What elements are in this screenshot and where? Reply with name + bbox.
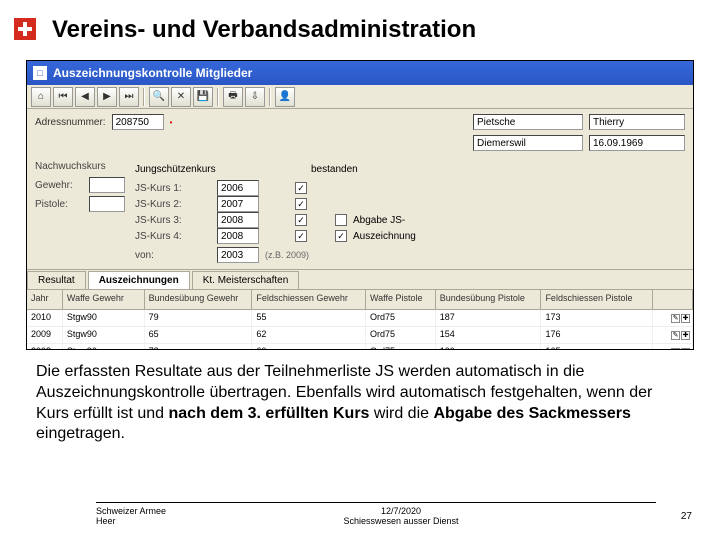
grid-cell: 2008 — [27, 344, 63, 349]
window-titlebar: □ Auszeichnungskontrolle Mitglieder — [27, 61, 693, 85]
grid-header[interactable] — [653, 290, 693, 309]
grid-cell: 173 — [541, 310, 653, 326]
kurs-year-field[interactable]: 2007 — [217, 196, 259, 212]
grid-header[interactable]: Bundesübung Gewehr — [145, 290, 253, 309]
print-icon[interactable]: 🖶 — [223, 87, 243, 107]
abgabe-label: Abgabe JS- — [353, 215, 405, 226]
grid-cell: 79 — [145, 310, 253, 326]
nachwuchs-title: Nachwuchskurs — [35, 161, 125, 172]
application-window: □ Auszeichnungskontrolle Mitglieder ⌂ ⏮ … — [26, 60, 694, 350]
grid-cell: Ord75 — [366, 344, 436, 349]
footer-dept: Schiesswesen ausser Dienst — [343, 516, 458, 526]
user-icon[interactable]: 👤 — [275, 87, 295, 107]
table-row[interactable]: 2009Stgw906562Ord75154176✎✚ — [27, 327, 693, 344]
tabs: Resultat Auszeichnungen Kt. Meisterschaf… — [27, 269, 693, 289]
grid-cell: Ord75 — [366, 327, 436, 343]
grid-header[interactable]: Bundesübung Pistole — [436, 290, 542, 309]
footer-date: 12/7/2020 — [381, 506, 421, 516]
firstname-field[interactable]: Thierry — [589, 114, 685, 130]
kurs-year-field[interactable]: 2006 — [217, 180, 259, 196]
kurs-label: JS-Kurs 1: — [135, 183, 211, 194]
grid-cell: 187 — [436, 310, 542, 326]
swiss-cross-logo — [14, 18, 36, 40]
grid-header[interactable]: Waffe Pistole — [366, 290, 436, 309]
abgabe-checkbox[interactable] — [335, 214, 347, 226]
kurs-year-field[interactable]: 2008 — [217, 228, 259, 244]
grid-cell: 72 — [145, 344, 253, 349]
gewehr-label: Gewehr: — [35, 180, 83, 191]
goto-next-icon[interactable]: ▶ — [97, 87, 117, 107]
kurs-checkbox[interactable]: ✓ — [295, 182, 307, 194]
footer-org2: Heer — [96, 516, 166, 526]
grid-cell: 154 — [436, 327, 542, 343]
grid-cell: 60 — [252, 344, 366, 349]
tab-auszeichnungen[interactable]: Auszeichnungen — [88, 271, 190, 289]
von-label: von: — [135, 250, 211, 261]
grid-cell: Stgw90 — [63, 310, 145, 326]
address-field[interactable]: 208750 — [112, 114, 164, 130]
address-label: Adressnummer: — [35, 117, 106, 128]
auszeichnung-label: Auszeichnung — [353, 231, 416, 242]
city-field[interactable]: Diemerswil — [473, 135, 583, 151]
page-number: 27 — [681, 511, 692, 522]
von-field[interactable]: 2003 — [217, 247, 259, 263]
von-hint: (z.B. 2009) — [265, 250, 309, 260]
bestanden-label: bestanden — [311, 164, 358, 175]
kurs-checkbox[interactable]: ✓ — [295, 230, 307, 242]
dob-field[interactable]: 16.09.1969 — [589, 135, 685, 151]
row-actions[interactable]: ✎✚ — [653, 344, 693, 349]
grid-cell: 176 — [541, 327, 653, 343]
table-row[interactable]: 2008Stgw907260Ord75100165✎✚ — [27, 344, 693, 349]
row-actions[interactable]: ✎✚ — [653, 327, 693, 343]
lastname-field[interactable]: Pietsche — [473, 114, 583, 130]
gewehr-field[interactable] — [89, 177, 125, 193]
grid-cell: 165 — [541, 344, 653, 349]
kurs-label: JS-Kurs 3: — [135, 215, 211, 226]
delete-icon[interactable]: ✕ — [171, 87, 191, 107]
grid-header[interactable]: Waffe Gewehr — [63, 290, 145, 309]
tab-resultat[interactable]: Resultat — [27, 271, 86, 289]
auszeichnung-checkbox[interactable]: ✓ — [335, 230, 347, 242]
pistole-field[interactable] — [89, 196, 125, 212]
grid-cell: 62 — [252, 327, 366, 343]
grid-cell: 65 — [145, 327, 253, 343]
body-paragraph: Die erfassten Resultate aus der Teilnehm… — [36, 362, 676, 445]
js-title: Jungschützenkurs — [135, 164, 305, 175]
goto-prev-icon[interactable]: ◀ — [75, 87, 95, 107]
window-title-text: Auszeichnungskontrolle Mitglieder — [53, 66, 252, 80]
grid-header[interactable]: Feldschiessen Pistole — [541, 290, 653, 309]
save-icon[interactable]: 💾 — [193, 87, 213, 107]
grid-cell: 2009 — [27, 327, 63, 343]
grid-header[interactable]: Jahr — [27, 290, 63, 309]
window-icon: □ — [33, 66, 47, 80]
goto-last-icon[interactable]: ⏭ — [119, 87, 139, 107]
find-icon[interactable]: 🔍 — [149, 87, 169, 107]
grid-cell: 2010 — [27, 310, 63, 326]
table-row[interactable]: 2010Stgw907955Ord75187173✎✚ — [27, 310, 693, 327]
footer: Schweizer Armee Heer 12/7/2020 Schiesswe… — [96, 502, 656, 526]
grid-cell: 55 — [252, 310, 366, 326]
goto-first-icon[interactable]: ⏮ — [53, 87, 73, 107]
row-actions[interactable]: ✎✚ — [653, 310, 693, 326]
kurs-label: JS-Kurs 2: — [135, 199, 211, 210]
export-icon[interactable]: ⇩ — [245, 87, 265, 107]
page-title: Vereins- und Verbandsadministration — [52, 16, 476, 44]
tab-meisterschaften[interactable]: Kt. Meisterschaften — [192, 271, 300, 289]
footer-org1: Schweizer Armee — [96, 506, 166, 516]
kurs-year-field[interactable]: 2008 — [217, 212, 259, 228]
home-icon[interactable]: ⌂ — [31, 87, 51, 107]
toolbar: ⌂ ⏮ ◀ ▶ ⏭ 🔍 ✕ 💾 🖶 ⇩ 👤 — [27, 85, 693, 109]
grid-cell: Stgw90 — [63, 327, 145, 343]
grid-cell: Stgw90 — [63, 344, 145, 349]
required-mark: • — [170, 118, 173, 127]
results-grid: JahrWaffe GewehrBundesübung GewehrFeldsc… — [27, 289, 693, 349]
kurs-checkbox[interactable]: ✓ — [295, 198, 307, 210]
grid-cell: 100 — [436, 344, 542, 349]
grid-cell: Ord75 — [366, 310, 436, 326]
pistole-label: Pistole: — [35, 199, 83, 210]
grid-header[interactable]: Feldschiessen Gewehr — [252, 290, 366, 309]
kurs-label: JS-Kurs 4: — [135, 231, 211, 242]
kurs-checkbox[interactable]: ✓ — [295, 214, 307, 226]
